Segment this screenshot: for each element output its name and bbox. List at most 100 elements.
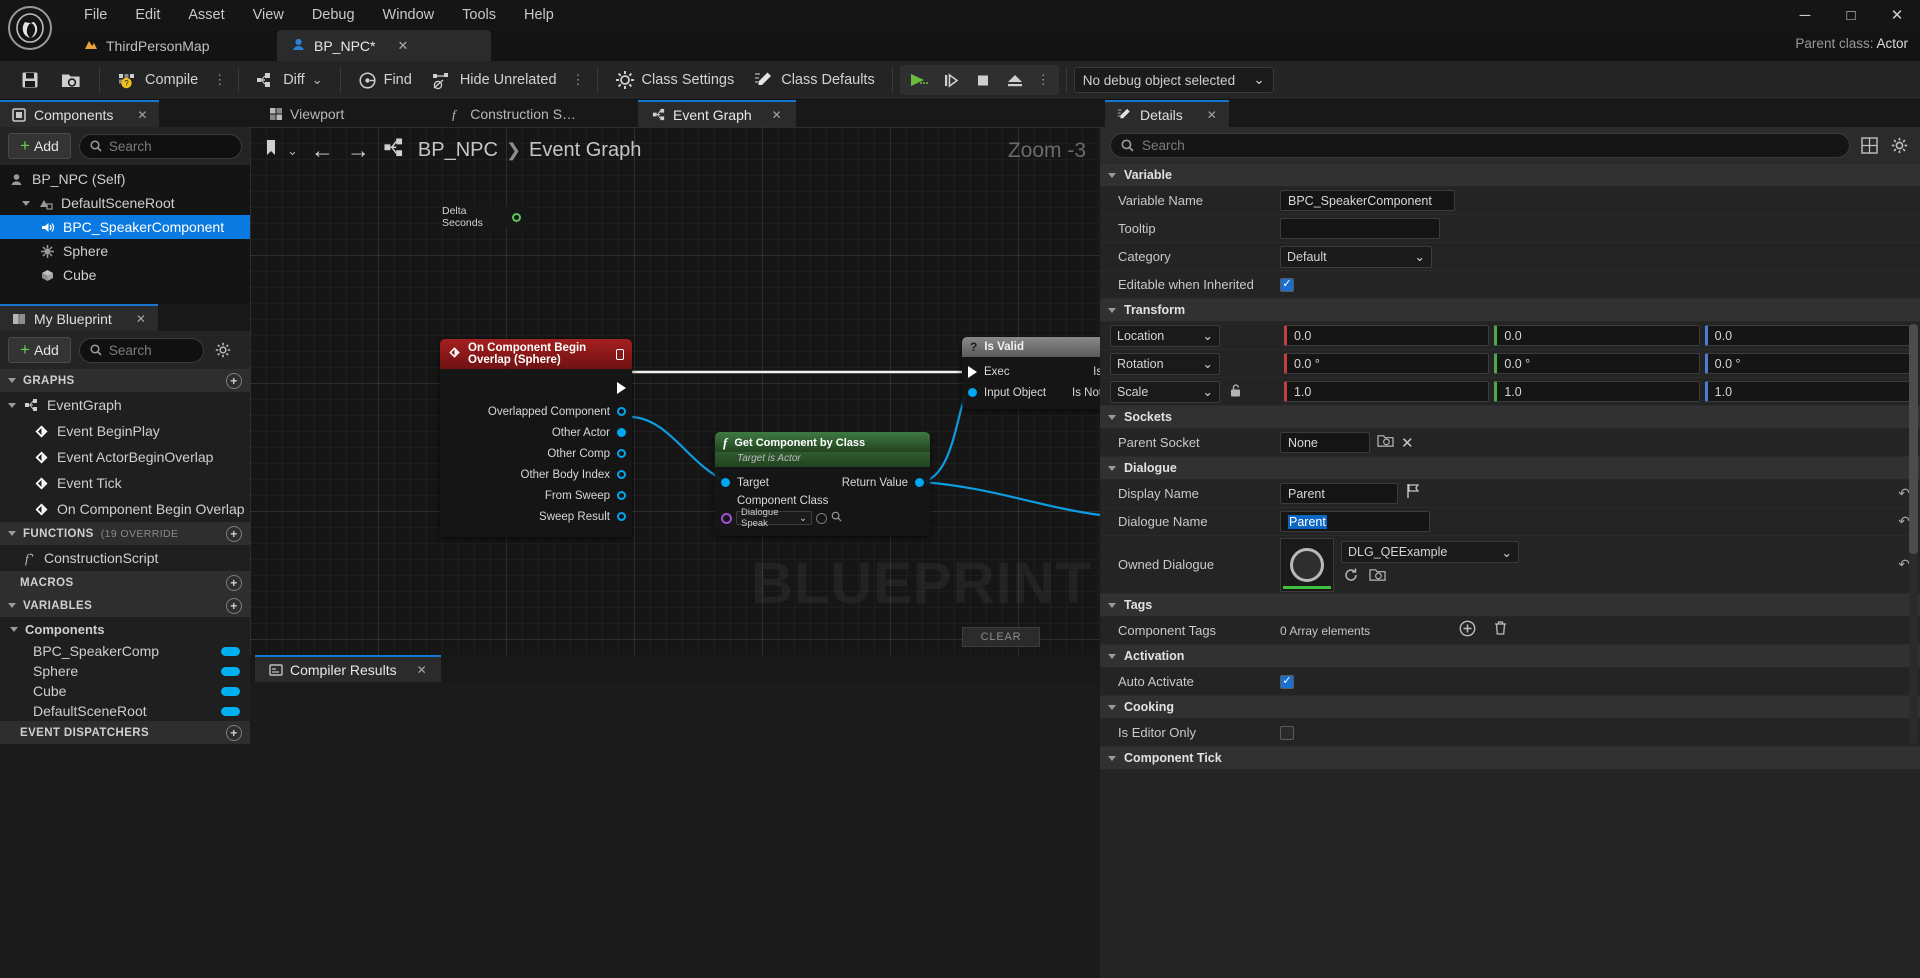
tree-row[interactable]: BP_NPC (Self) <box>0 167 250 191</box>
editable-when-inherited-checkbox[interactable]: ✓ <box>1280 277 1294 292</box>
components-add-button[interactable]: + Add <box>8 133 71 159</box>
breadcrumb-root[interactable]: BP_NPC <box>418 139 498 162</box>
menu-edit[interactable]: Edit <box>121 3 174 27</box>
object-pin-icon[interactable] <box>915 478 924 487</box>
object-pin-icon[interactable] <box>617 491 626 500</box>
menu-help[interactable]: Help <box>510 3 568 27</box>
my-blueprint-settings-button[interactable] <box>212 339 234 361</box>
tab-components[interactable]: Components ✕ <box>0 100 160 127</box>
location-x-input[interactable]: 0.0 <box>1284 325 1490 346</box>
tree-var-bpc-speakercomp[interactable]: BPC_SpeakerComp <box>0 641 250 661</box>
rotation-y-input[interactable]: 0.0 ° <box>1494 353 1700 374</box>
pin-return-value[interactable]: Return Value <box>842 472 930 493</box>
pin-other-actor[interactable]: Other Actor <box>440 422 632 443</box>
pin-other-body-index[interactable]: Other Body Index <box>440 464 632 485</box>
details-search-input[interactable]: Search <box>1110 133 1850 158</box>
rotation-combo[interactable]: Rotation ⌄ <box>1110 352 1220 375</box>
tree-item-constructionscript[interactable]: f ConstructionScript <box>0 545 250 571</box>
bookmark-icon[interactable] <box>264 139 281 162</box>
clear-button[interactable]: CLEAR <box>962 627 1040 647</box>
chevron-down-icon[interactable] <box>1108 602 1116 608</box>
chevron-down-icon[interactable] <box>8 603 16 608</box>
section-event-dispatchers[interactable]: EVENT DISPATCHERS + <box>0 721 250 744</box>
owned-dialogue-combo[interactable]: DLG_QEExample ⌄ <box>1341 541 1519 563</box>
tree-item-event-actorbeginoverlap[interactable]: Event ActorBeginOverlap <box>0 444 250 470</box>
section-functions[interactable]: FUNCTIONS (19 OVERRIDE + <box>0 522 250 545</box>
object-pin-icon[interactable] <box>968 388 977 397</box>
pin-is-valid-out[interactable]: Is Valid <box>1093 361 1100 382</box>
hide-unrelated-options-icon[interactable]: ⋮ <box>567 72 590 88</box>
event-graph-canvas[interactable]: ⌄ ← → BP_NPC ❯ Event Graph Zoom -3 BLUEP… <box>250 127 1100 655</box>
tooltip-input[interactable] <box>1280 218 1440 239</box>
exec-pin-icon[interactable] <box>968 365 977 378</box>
minimize-button[interactable]: ─ <box>1782 0 1828 30</box>
exec-pin-icon[interactable] <box>617 382 626 394</box>
tree-var-defaultsceneroot[interactable]: DefaultSceneRoot <box>0 701 250 721</box>
compile-options-icon[interactable]: ⋮ <box>208 72 231 88</box>
category-transform[interactable]: Transform <box>1100 299 1920 322</box>
menu-window[interactable]: Window <box>369 3 449 27</box>
maximize-button[interactable]: □ <box>1828 0 1874 30</box>
chevron-down-icon[interactable] <box>1108 755 1116 761</box>
scrollbar-thumb[interactable] <box>1909 324 1918 554</box>
tree-item-on-component-begin-overlap[interactable]: On Component Begin Overlap <box>0 496 250 522</box>
chevron-down-icon[interactable]: ⌄ <box>287 143 298 159</box>
play-button[interactable] <box>904 67 934 93</box>
parent-class-value[interactable]: Actor <box>1876 36 1908 51</box>
grid-view-icon[interactable] <box>1858 135 1880 157</box>
location-z-input[interactable]: 0.0 <box>1704 325 1910 346</box>
find-button[interactable]: Find <box>348 65 422 95</box>
category-dialogue[interactable]: Dialogue <box>1100 457 1920 480</box>
settings-gear-icon[interactable] <box>1888 135 1910 157</box>
tab-construction-script[interactable]: f Construction S… <box>435 100 590 127</box>
unlock-icon[interactable] <box>1228 383 1243 401</box>
close-icon[interactable]: ✕ <box>137 108 147 122</box>
class-settings-button[interactable]: Class Settings <box>605 65 745 95</box>
close-icon[interactable]: ✕ <box>772 108 782 122</box>
browse-button[interactable] <box>50 65 92 95</box>
compile-button[interactable]: ? Compile <box>107 65 208 95</box>
location-y-input[interactable]: 0.0 <box>1494 325 1700 346</box>
float-pin-icon[interactable] <box>512 212 521 222</box>
add-event-dispatcher-button[interactable]: + <box>226 724 242 741</box>
my-blueprint-search-input[interactable]: Search <box>78 337 204 363</box>
tab-compiler-results[interactable]: Compiler Results ✕ <box>255 655 441 682</box>
tab-bp-npc[interactable]: BP_NPC* ✕ <box>277 30 491 61</box>
close-icon[interactable]: ✕ <box>397 38 408 54</box>
tree-row-selected[interactable]: BPC_SpeakerComponent <box>0 215 250 239</box>
scale-y-input[interactable]: 1.0 <box>1494 381 1700 402</box>
node-delegate-pin[interactable] <box>616 348 624 360</box>
scale-x-input[interactable]: 1.0 <box>1284 381 1490 402</box>
section-graphs[interactable]: GRAPHS + <box>0 369 250 392</box>
tab-my-blueprint[interactable]: My Blueprint ✕ <box>0 304 158 331</box>
back-arrow-icon[interactable]: ← <box>311 137 334 164</box>
save-button[interactable] <box>10 65 50 95</box>
object-pin-icon[interactable] <box>617 428 626 437</box>
add-variable-button[interactable]: + <box>226 597 242 614</box>
pin-is-not-valid-out[interactable]: Is Not Valid <box>1072 382 1100 403</box>
close-icon[interactable]: ✕ <box>1207 108 1217 122</box>
pin-exec-out[interactable] <box>440 375 632 401</box>
tree-row[interactable]: DefaultSceneRoot <box>0 191 250 215</box>
search-asset-icon[interactable] <box>831 511 842 525</box>
tab-thirdpersonmap[interactable]: ThirdPersonMap <box>70 30 224 61</box>
add-function-button[interactable]: + <box>226 525 242 542</box>
trash-icon[interactable] <box>1493 620 1508 641</box>
add-macro-button[interactable]: + <box>226 574 242 591</box>
stop-button[interactable] <box>968 67 998 93</box>
scale-combo[interactable]: Scale ⌄ <box>1110 380 1220 403</box>
my-blueprint-add-button[interactable]: + Add <box>8 337 71 363</box>
tree-item-event-beginplay[interactable]: Event BeginPlay <box>0 418 250 444</box>
tree-item-event-tick[interactable]: Event Tick <box>0 470 250 496</box>
object-pin-icon[interactable] <box>721 478 730 487</box>
details-scrollbar[interactable] <box>1909 324 1918 744</box>
tab-event-graph[interactable]: Event Graph ✕ <box>638 100 796 127</box>
location-combo[interactable]: Location ⌄ <box>1110 324 1220 347</box>
section-macros[interactable]: MACROS + <box>0 571 250 594</box>
flag-icon[interactable] <box>1405 483 1421 504</box>
chevron-down-icon[interactable] <box>8 402 16 408</box>
tree-row[interactable]: Sphere <box>0 239 250 263</box>
components-search-input[interactable]: Search <box>78 133 242 159</box>
pin-from-sweep[interactable]: From Sweep <box>440 485 632 506</box>
rotation-x-input[interactable]: 0.0 ° <box>1284 353 1490 374</box>
